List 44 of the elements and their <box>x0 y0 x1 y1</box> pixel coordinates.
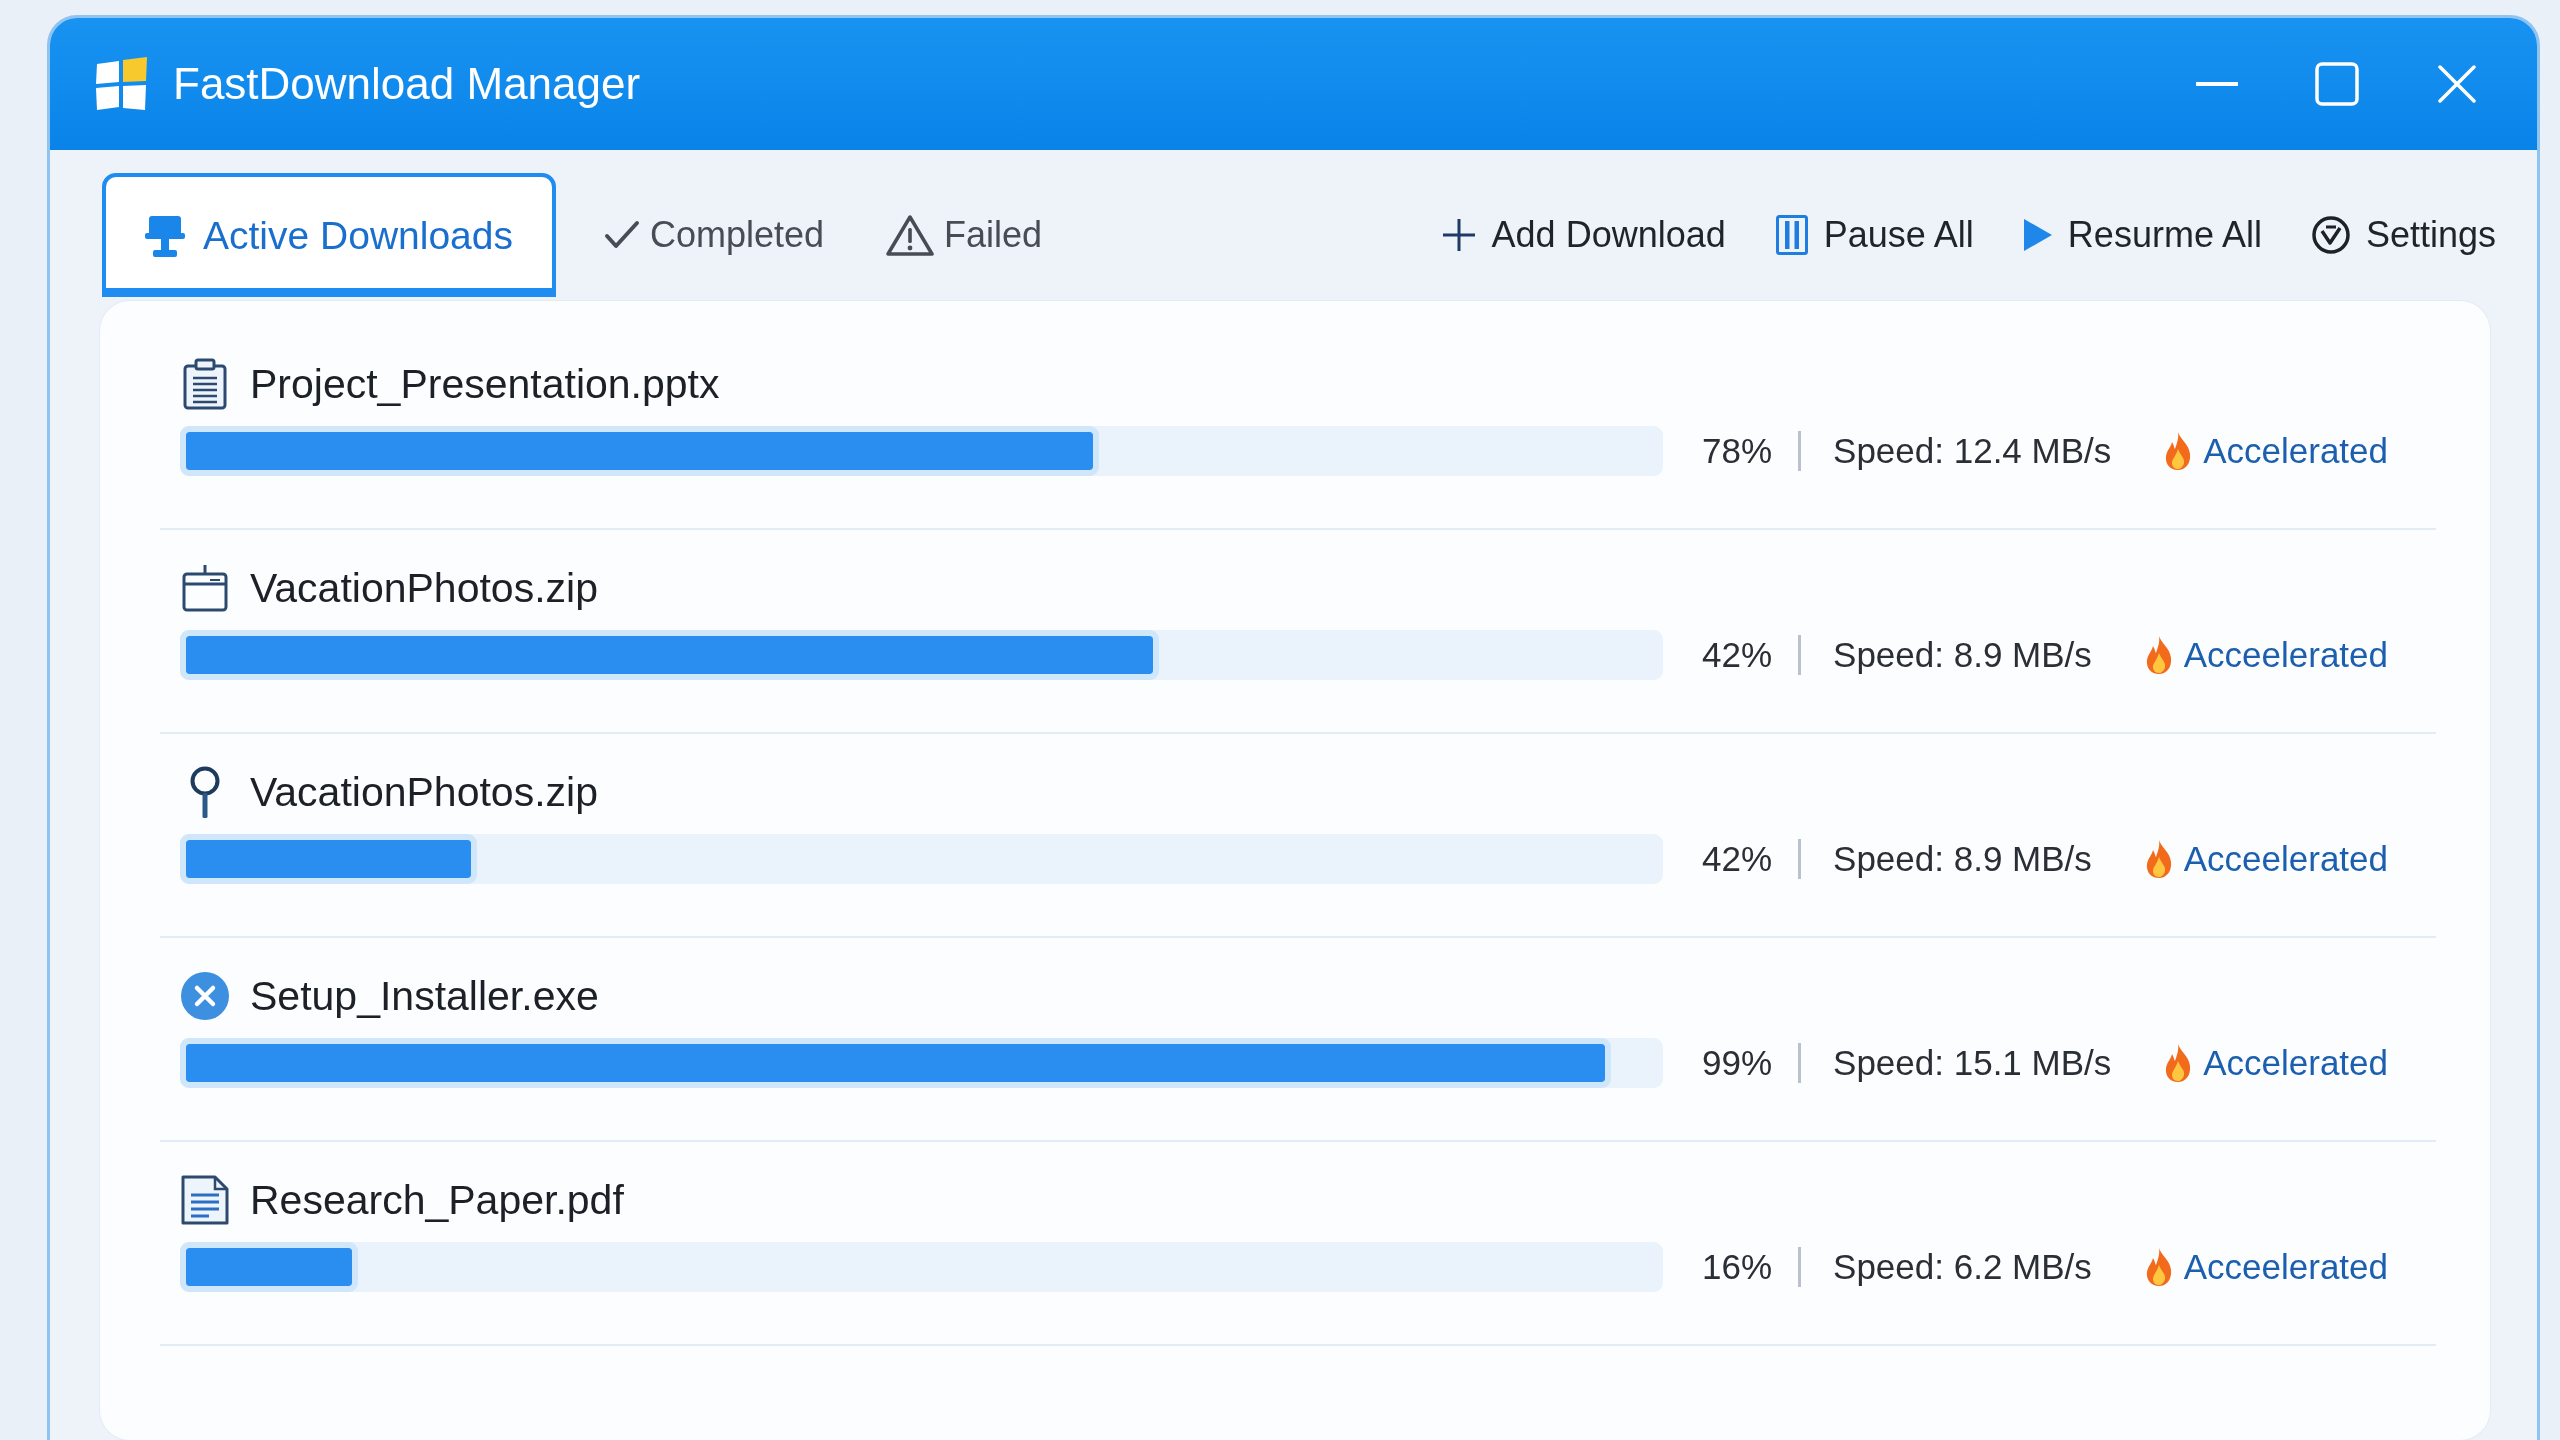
clipboard-icon <box>183 358 227 410</box>
file-name: Setup_Installer.exe <box>250 972 599 1020</box>
monitor-icon <box>145 213 185 258</box>
download-speed: Speed: 8.9 MB/s <box>1833 635 2092 675</box>
warning-icon <box>886 214 935 256</box>
progress-percent: 78% <box>1702 431 1773 471</box>
logo-icon <box>93 56 149 112</box>
toolbar-button[interactable]: Add Download <box>1441 214 1726 256</box>
calendar-icon <box>182 564 228 612</box>
x-circle-icon <box>181 972 229 1020</box>
status-label: Acceelerated <box>2183 1247 2388 1287</box>
tab[interactable]: Completed <box>590 173 839 297</box>
progress-percent: 42% <box>1702 839 1773 879</box>
file-name: VacationPhotos.zip <box>250 564 598 612</box>
status-label: Accelerated <box>2203 1043 2388 1083</box>
circle-chevron-icon <box>2311 216 2350 254</box>
window-title: FastDownload Manager <box>173 59 641 109</box>
file-name: Research_Paper.pdf <box>250 1176 624 1224</box>
maximize-icon <box>2315 62 2359 106</box>
pin-icon <box>189 766 221 818</box>
status-label: Accelerated <box>2203 431 2388 471</box>
file-name: Project_Presentation.pptx <box>250 360 720 408</box>
document-icon <box>181 1175 229 1225</box>
close-icon <box>2438 65 2476 103</box>
toolbar-button[interactable]: Resurme All <box>2023 214 2262 256</box>
pause-icon <box>1775 215 1808 255</box>
tab[interactable]: Failed <box>872 173 1057 297</box>
status-label: Acceelerated <box>2183 839 2388 879</box>
file-name: VacationPhotos.zip <box>250 768 598 816</box>
status-label: Acceelerated <box>2183 635 2388 675</box>
download-speed: Speed: 6.2 MB/s <box>1833 1247 2092 1287</box>
minimize-icon <box>2196 82 2238 86</box>
download-speed: Speed: 8.9 MB/s <box>1833 839 2092 879</box>
tab[interactable]: Active Downloads <box>102 173 556 297</box>
download-speed: Speed: 15.1 MB/s <box>1833 1043 2112 1083</box>
download-speed: Speed: 12.4 MB/s <box>1833 431 2112 471</box>
progress-percent: 42% <box>1702 635 1773 675</box>
toolbar-button[interactable]: Pause All <box>1775 214 1974 256</box>
progress-percent: 16% <box>1702 1247 1773 1287</box>
progress-percent: 99% <box>1702 1043 1773 1083</box>
check-icon <box>604 220 640 250</box>
plus-icon <box>1441 218 1476 252</box>
toolbar-button[interactable]: Settings <box>2311 214 2496 256</box>
play-icon <box>2023 219 2052 251</box>
